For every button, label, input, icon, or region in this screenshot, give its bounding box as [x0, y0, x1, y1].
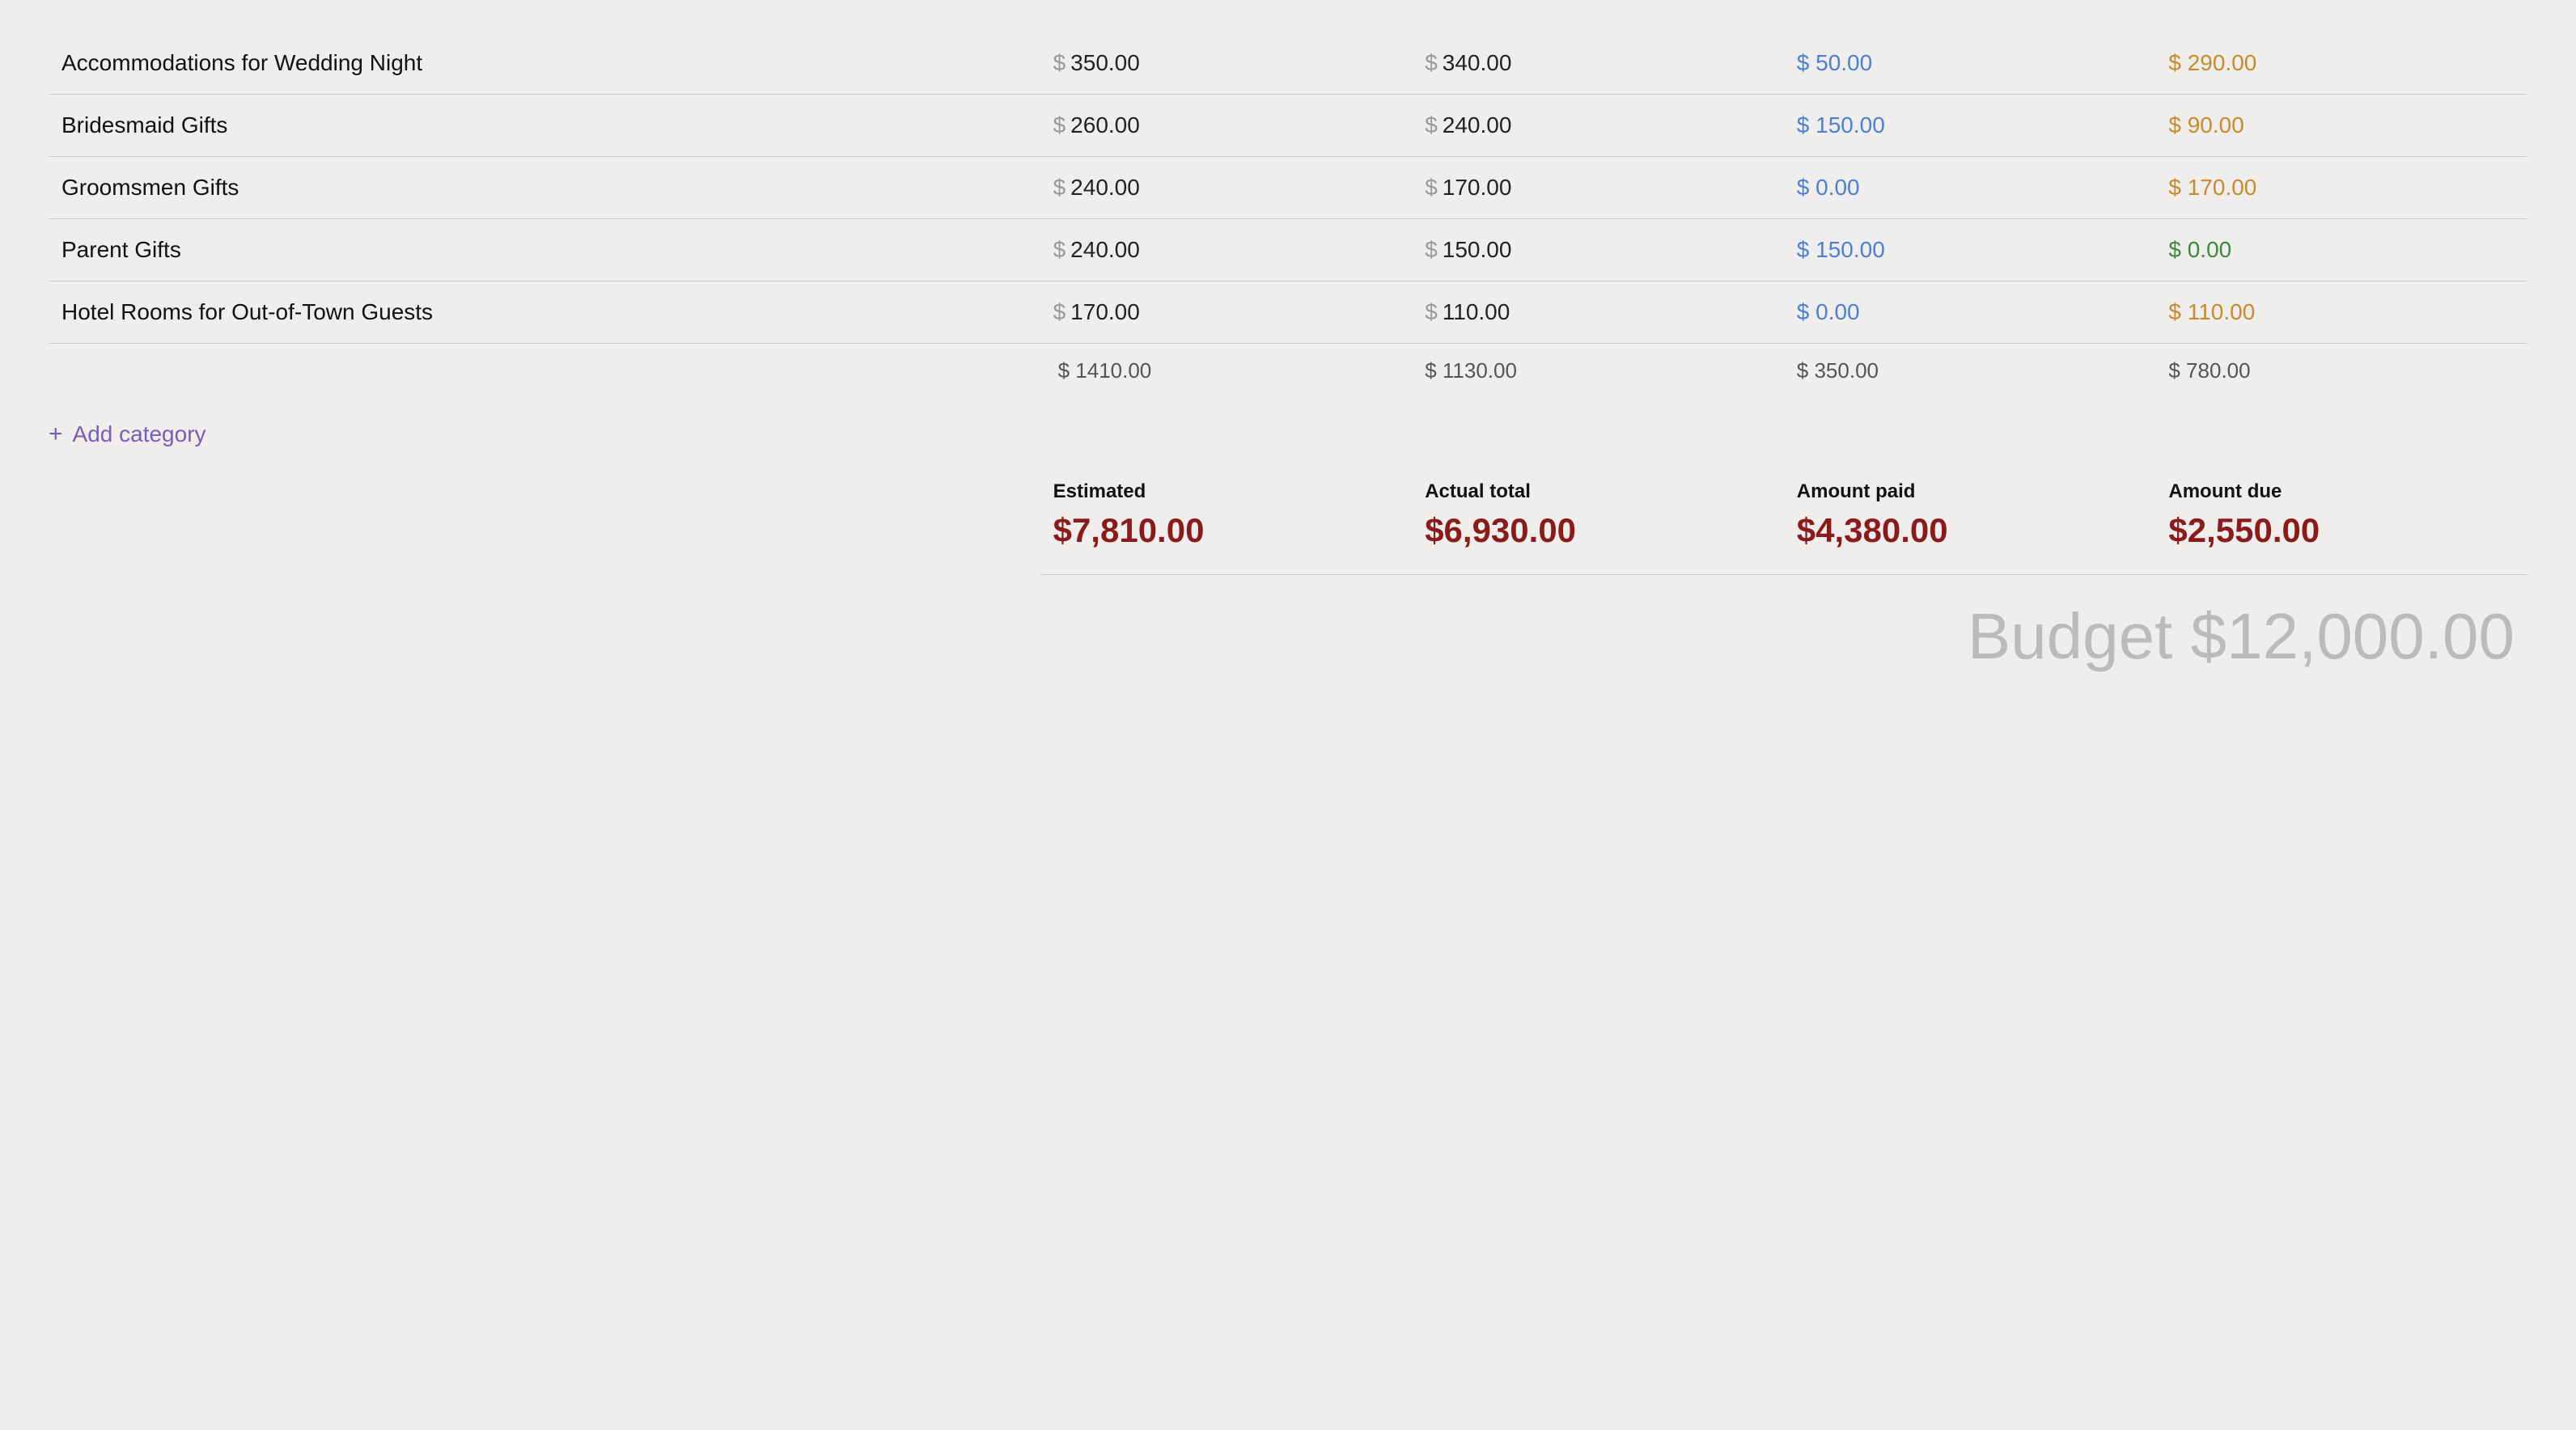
empty-col: [49, 480, 1040, 503]
totals-due-value: $ 780.00: [2168, 358, 2250, 383]
due-amount: $ 90.00: [2168, 112, 2243, 138]
estimated-amount: 240.00: [1070, 175, 1140, 201]
estimated-amount: 260.00: [1070, 112, 1140, 138]
row-due: $ 90.00: [2155, 95, 2527, 157]
row-due: $ 290.00: [2155, 32, 2527, 95]
row-paid: $ 50.00: [1784, 32, 2156, 95]
totals-paid-value: $ 350.00: [1797, 358, 1879, 383]
actual-label: Actual total: [1412, 480, 1784, 503]
paid-label: Amount paid: [1784, 480, 2156, 503]
dollar-sign: $: [1053, 175, 1066, 201]
row-name: Hotel Rooms for Out-of-Town Guests: [49, 281, 1040, 344]
summary-values: $7,810.00 $6,930.00 $4,380.00 $2,550.00: [49, 511, 2527, 550]
budget-total: Budget $12,000.00: [49, 599, 2527, 674]
row-actual: $ 240.00: [1412, 95, 1784, 157]
paid-amount: $ 50.00: [1797, 50, 1872, 76]
due-label: Amount due: [2155, 480, 2527, 503]
dollar-sign: $: [1053, 112, 1066, 138]
row-name: Groomsmen Gifts: [49, 157, 1040, 219]
dollar-sign: $: [1425, 50, 1438, 76]
paid-amount: $ 0.00: [1797, 299, 1860, 325]
actual-amount: 340.00: [1443, 50, 1512, 76]
add-category-button[interactable]: + Add category: [49, 421, 2527, 448]
row-name: Accommodations for Wedding Night: [49, 32, 1040, 95]
row-name: Parent Gifts: [49, 219, 1040, 281]
dollar-sign: $: [1053, 237, 1066, 263]
row-actual: $ 150.00: [1412, 219, 1784, 281]
row-estimated: $ 350.00: [1040, 32, 1413, 95]
row-due: $ 0.00: [2155, 219, 2527, 281]
totals-estimated: $ 1410.00: [1040, 344, 1413, 399]
table-row: Hotel Rooms for Out-of-Town Guests $ 170…: [49, 281, 2527, 344]
totals-estimated-value: $ 1410.00: [1058, 358, 1152, 383]
table-row: Parent Gifts $ 240.00 $ 150.00 $ 150.00: [49, 219, 2527, 281]
row-paid: $ 150.00: [1784, 95, 2156, 157]
plus-icon: +: [49, 421, 63, 448]
estimated-amount: 240.00: [1070, 237, 1140, 263]
paid-amount: $ 150.00: [1797, 237, 1885, 263]
actual-amount: 110.00: [1443, 299, 1510, 325]
row-due: $ 110.00: [2155, 281, 2527, 344]
table-row: Accommodations for Wedding Night $ 350.0…: [49, 32, 2527, 95]
empty-col-value: [49, 511, 1040, 550]
due-amount: $ 0.00: [2168, 237, 2231, 263]
estimated-amount: 170.00: [1070, 299, 1140, 325]
paid-amount: $ 150.00: [1797, 112, 1885, 138]
actual-amount: 240.00: [1443, 112, 1512, 138]
row-name: Bridesmaid Gifts: [49, 95, 1040, 157]
budget-table: Accommodations for Wedding Night $ 350.0…: [49, 32, 2527, 398]
row-estimated: $ 170.00: [1040, 281, 1413, 344]
actual-value: $6,930.00: [1412, 511, 1784, 550]
add-category-label: Add category: [73, 421, 206, 447]
row-estimated: $ 240.00: [1040, 157, 1413, 219]
dollar-sign: $: [1425, 237, 1438, 263]
summary-section: Estimated Actual total Amount paid Amoun…: [49, 480, 2527, 674]
row-actual: $ 110.00: [1412, 281, 1784, 344]
estimated-label: Estimated: [1040, 480, 1413, 503]
row-paid: $ 150.00: [1784, 219, 2156, 281]
actual-amount: 150.00: [1443, 237, 1512, 263]
estimated-value: $7,810.00: [1040, 511, 1413, 550]
dollar-sign: $: [1425, 112, 1438, 138]
dollar-sign: $: [1425, 299, 1438, 325]
paid-value: $4,380.00: [1784, 511, 2156, 550]
table-row: Bridesmaid Gifts $ 260.00 $ 240.00 $ 150…: [49, 95, 2527, 157]
totals-row: $ 1410.00 $ 1130.00 $ 350.00 $ 780.00: [49, 344, 2527, 399]
row-actual: $ 170.00: [1412, 157, 1784, 219]
summary-divider: [1040, 574, 2527, 575]
paid-amount: $ 0.00: [1797, 175, 1860, 201]
row-paid: $ 0.00: [1784, 157, 2156, 219]
dollar-sign: $: [1425, 175, 1438, 201]
row-paid: $ 0.00: [1784, 281, 2156, 344]
due-amount: $ 110.00: [2168, 299, 2255, 325]
due-value: $2,550.00: [2155, 511, 2527, 550]
dollar-sign: $: [1053, 299, 1066, 325]
summary-headers: Estimated Actual total Amount paid Amoun…: [49, 480, 2527, 503]
totals-paid: $ 350.00: [1784, 344, 2156, 399]
due-amount: $ 290.00: [2168, 50, 2256, 76]
totals-actual: $ 1130.00: [1412, 344, 1784, 399]
totals-actual-value: $ 1130.00: [1425, 358, 1517, 383]
dollar-sign: $: [1053, 50, 1066, 76]
totals-due: $ 780.00: [2155, 344, 2527, 399]
row-due: $ 170.00: [2155, 157, 2527, 219]
totals-empty: [49, 344, 1040, 399]
actual-amount: 170.00: [1443, 175, 1512, 201]
row-estimated: $ 240.00: [1040, 219, 1413, 281]
table-row: Groomsmen Gifts $ 240.00 $ 170.00 $ 0.00: [49, 157, 2527, 219]
row-actual: $ 340.00: [1412, 32, 1784, 95]
due-amount: $ 170.00: [2168, 175, 2256, 201]
estimated-amount: 350.00: [1070, 50, 1140, 76]
row-estimated: $ 260.00: [1040, 95, 1413, 157]
